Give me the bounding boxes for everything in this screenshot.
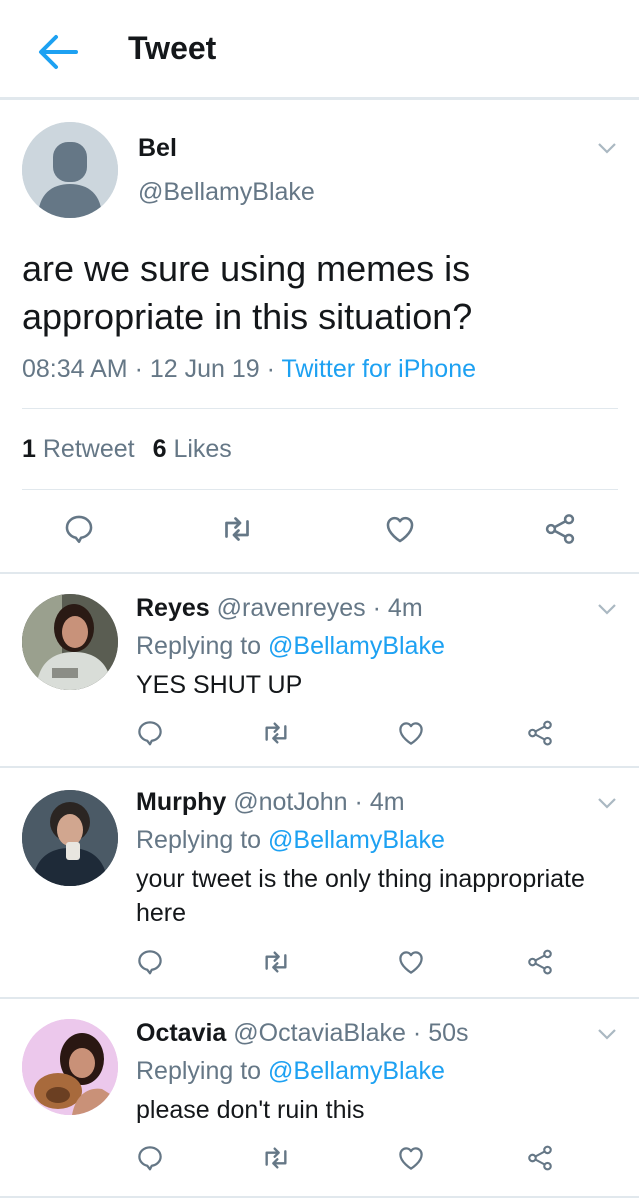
divider	[0, 997, 639, 999]
reply-header: Reyes @ravenreyes · 4m	[136, 594, 423, 623]
divider	[22, 489, 618, 490]
profile-photo-icon	[22, 594, 118, 690]
retweet-count: 1	[22, 435, 36, 463]
avatar[interactable]	[22, 594, 118, 690]
back-arrow-icon[interactable]	[34, 28, 82, 76]
divider	[22, 408, 618, 409]
like-heart-icon[interactable]	[380, 509, 420, 549]
reply-icon[interactable]	[130, 713, 170, 753]
tweet-meta: 08:34 AM · 12 Jun 19 · Twitter for iPhon…	[22, 355, 476, 384]
meta-separator: ·	[372, 594, 381, 622]
meta-separator: ·	[266, 355, 275, 383]
reply-text: your tweet is the only thing inappropria…	[136, 865, 585, 927]
reply-time: 50s	[428, 1019, 469, 1047]
reply-actions	[0, 1138, 639, 1178]
reply-author-handle[interactable]: @notJohn	[233, 788, 347, 816]
mention-link[interactable]: @BellamyBlake	[268, 826, 445, 854]
replying-to-label: Replying to	[136, 632, 262, 660]
retweet-icon[interactable]	[256, 1138, 296, 1178]
meta-separator: ·	[354, 788, 363, 816]
likes-stat[interactable]: 6 Likes	[153, 435, 232, 463]
reply-icon[interactable]	[130, 942, 170, 982]
profile-photo-icon	[22, 790, 118, 886]
reply-author-handle[interactable]: @ravenreyes	[217, 594, 366, 622]
reply-author-handle[interactable]: @OctaviaBlake	[233, 1019, 406, 1047]
reply-header: Octavia @OctaviaBlake · 50s	[136, 1019, 469, 1048]
replying-to-label: Replying to	[136, 826, 262, 854]
divider	[0, 1196, 639, 1198]
reply-time: 4m	[369, 788, 405, 816]
like-heart-icon[interactable]	[391, 942, 431, 982]
share-icon[interactable]	[520, 713, 560, 753]
replying-to: Replying to @BellamyBlake	[136, 1057, 445, 1086]
author-handle[interactable]: @BellamyBlake	[138, 178, 315, 207]
replying-to: Replying to @BellamyBlake	[136, 632, 445, 661]
tweet-actions	[0, 509, 639, 549]
reply-author-name[interactable]: Octavia	[136, 1019, 226, 1047]
divider	[0, 766, 639, 768]
avatar[interactable]	[22, 1019, 118, 1115]
retweets-stat[interactable]: 1 Retweet	[22, 435, 135, 463]
replying-to: Replying to @BellamyBlake	[136, 826, 445, 855]
meta-separator: ·	[134, 355, 143, 383]
replying-to-label: Replying to	[136, 1057, 262, 1085]
retweet-icon[interactable]	[256, 942, 296, 982]
reply-text: please don't ruin this	[136, 1096, 365, 1124]
reply-header: Murphy @notJohn · 4m	[136, 788, 405, 817]
share-icon[interactable]	[540, 509, 580, 549]
author-name[interactable]: Bel	[138, 134, 177, 163]
reply-actions	[0, 942, 639, 982]
avatar[interactable]	[22, 790, 118, 886]
retweet-icon[interactable]	[256, 713, 296, 753]
reply-icon[interactable]	[59, 509, 99, 549]
divider	[0, 572, 639, 574]
tweet-text: are we sure using memes is appropriate i…	[22, 248, 473, 337]
author-avatar[interactable]	[22, 122, 118, 218]
share-icon[interactable]	[520, 1138, 560, 1178]
profile-photo-icon	[22, 1019, 118, 1115]
reply-icon[interactable]	[130, 1138, 170, 1178]
tweet-time: 08:34 AM	[22, 355, 128, 383]
retweet-icon[interactable]	[217, 509, 257, 549]
share-icon[interactable]	[520, 942, 560, 982]
reply-text: YES SHUT UP	[136, 671, 303, 699]
like-heart-icon[interactable]	[391, 1138, 431, 1178]
reply-time: 4m	[387, 594, 423, 622]
tweet-date: 12 Jun 19	[149, 355, 260, 383]
tweet-stats: 1 Retweet 6 Likes	[22, 435, 232, 464]
default-profile-icon	[22, 122, 118, 218]
top-bar: Tweet	[0, 0, 639, 100]
tweet-source-link[interactable]: Twitter for iPhone	[281, 355, 476, 383]
reply-author-name[interactable]: Reyes	[136, 594, 210, 622]
like-label: Likes	[173, 435, 232, 463]
mention-link[interactable]: @BellamyBlake	[268, 632, 445, 660]
like-count: 6	[152, 435, 167, 463]
mention-link[interactable]: @BellamyBlake	[268, 1057, 445, 1085]
meta-separator: ·	[412, 1019, 422, 1047]
page-title: Tweet	[128, 30, 217, 66]
chevron-down-icon[interactable]	[597, 1027, 617, 1041]
retweet-label: Retweet	[42, 435, 135, 463]
chevron-down-icon[interactable]	[597, 141, 617, 155]
chevron-down-icon[interactable]	[597, 602, 617, 616]
reply-author-name[interactable]: Murphy	[136, 788, 226, 816]
chevron-down-icon[interactable]	[597, 796, 617, 810]
reply-actions	[0, 713, 639, 753]
like-heart-icon[interactable]	[391, 713, 431, 753]
